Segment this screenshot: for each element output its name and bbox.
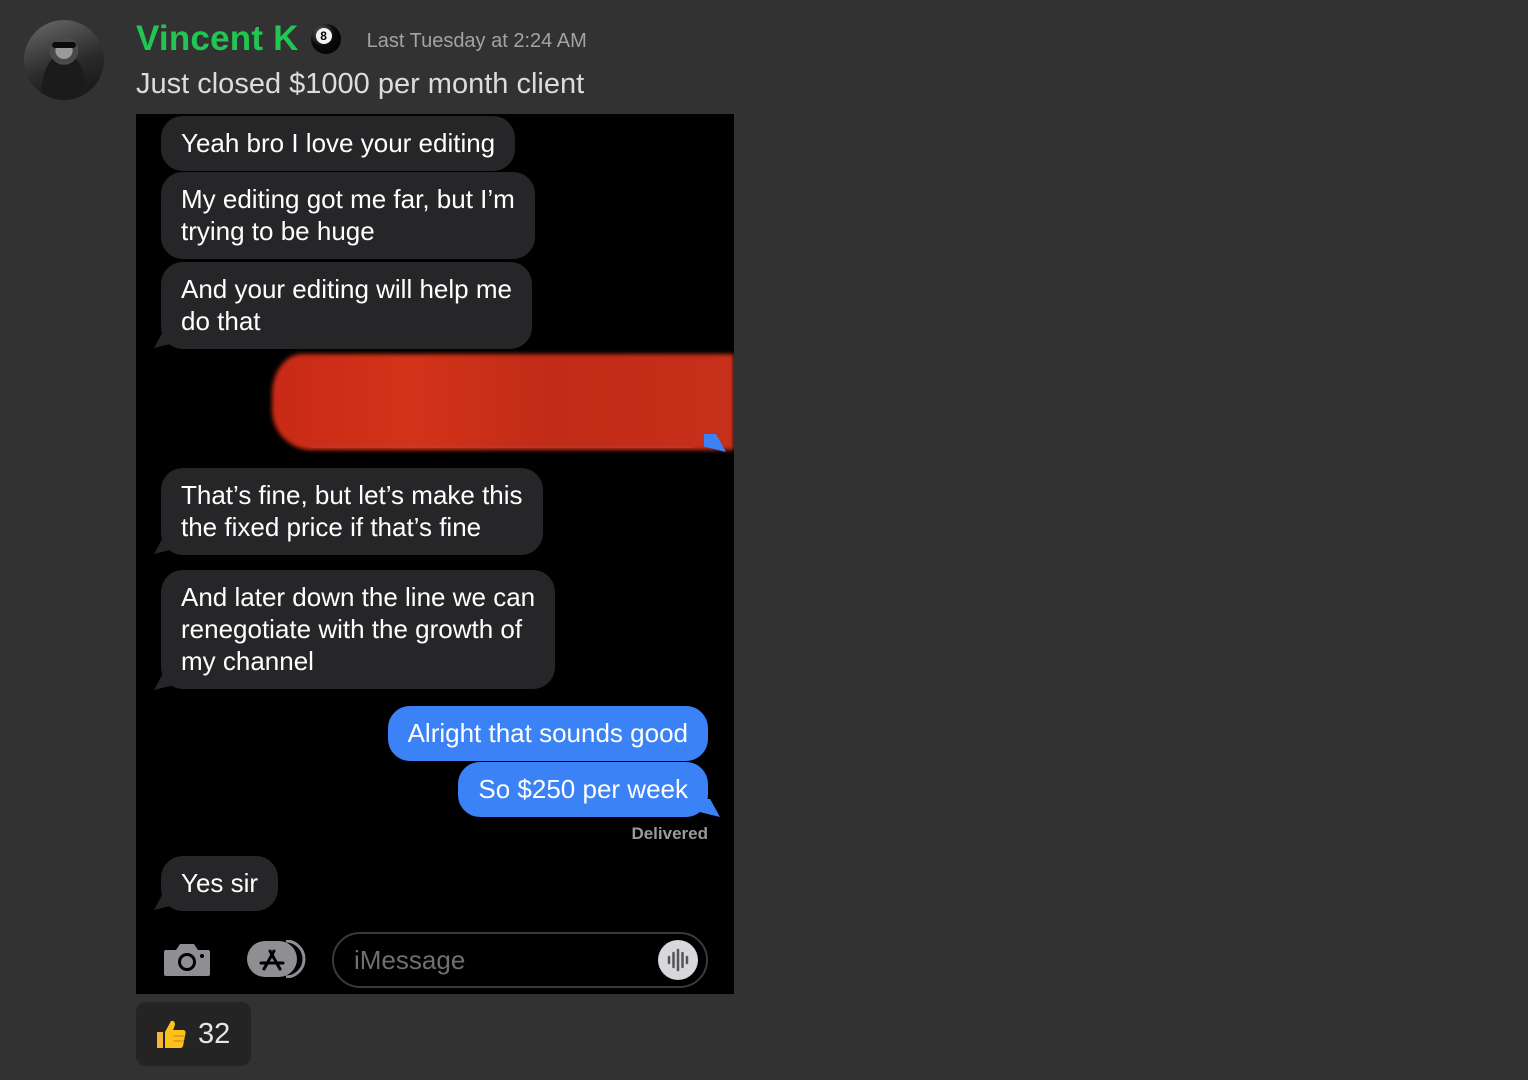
imessage-bubble-incoming: My editing got me far, but I’m trying to… (161, 172, 535, 259)
imessage-input: iMessage (332, 932, 708, 988)
message-header: Vincent K 8 Last Tuesday at 2:24 AM (136, 16, 587, 62)
message-text: Just closed $1000 per month client (136, 68, 585, 100)
attached-screenshot[interactable]: Yeah bro I love your editing My editing … (136, 114, 734, 994)
imessage-bubble-outgoing: So $250 per week (458, 762, 708, 817)
username[interactable]: Vincent K (136, 16, 299, 62)
app-store-icon (247, 940, 306, 978)
imessage-bubble-incoming: And later down the line we can renegotia… (161, 570, 556, 689)
imessage-bubble-incoming: Yes sir (161, 856, 279, 911)
avatar[interactable] (24, 20, 104, 100)
camera-icon (164, 944, 210, 976)
imessage-bubble-outgoing: Alright that sounds good (387, 706, 708, 761)
chat-message: Vincent K 8 Last Tuesday at 2:24 AM Just… (0, 0, 1528, 1080)
reaction-count: 32 (198, 1018, 231, 1050)
avatar-sunglasses (52, 42, 76, 48)
redaction-scribble (272, 354, 734, 450)
thumbs-up-icon (157, 1020, 186, 1048)
imessage-bubble-incoming: Yeah bro I love your editing (161, 116, 516, 171)
imessage-bubble-incoming: And your editing will help me do that (161, 262, 532, 349)
audio-waveform-icon (658, 940, 698, 980)
bubble-tail (698, 799, 720, 817)
reaction-button[interactable]: 32 (136, 1002, 251, 1066)
delivered-status: Delivered (631, 824, 708, 843)
imessage-bubble-incoming: That’s fine, but let’s make this the fix… (161, 468, 543, 555)
8-ball-icon: 8 (310, 24, 341, 54)
timestamp: Last Tuesday at 2:24 AM (366, 30, 587, 52)
8-ball-number: 8 (315, 28, 332, 44)
